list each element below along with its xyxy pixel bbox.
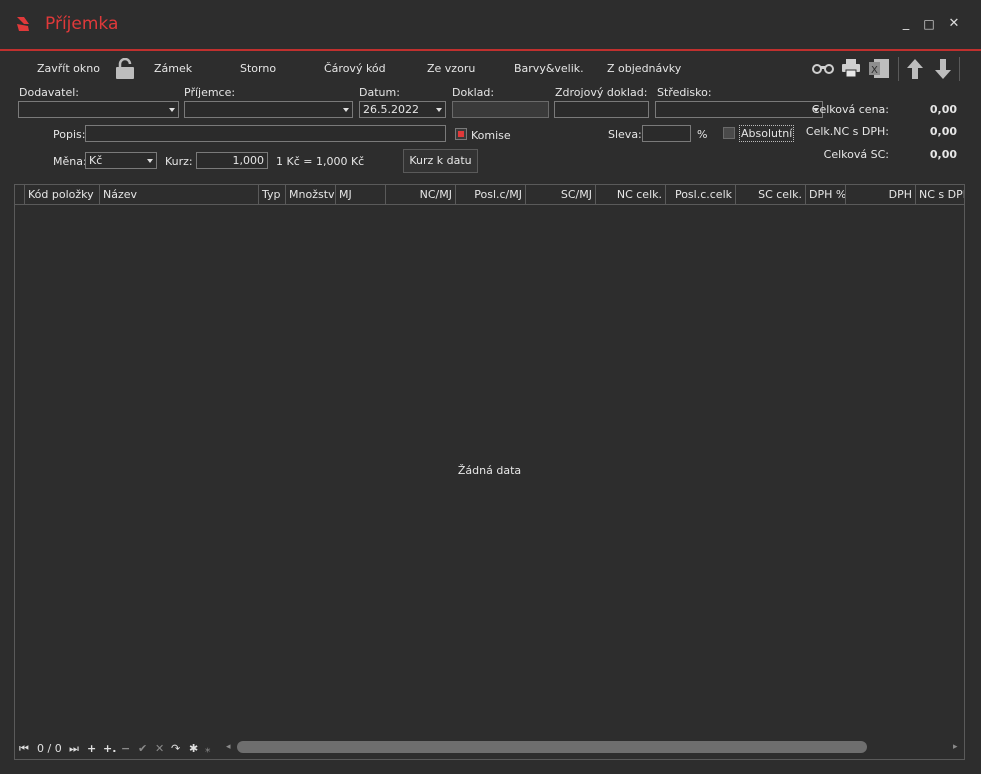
chevron-down-icon[interactable] xyxy=(436,108,442,112)
checkbox-mark-icon xyxy=(458,131,464,137)
record-counter: 0 / 0 xyxy=(37,742,62,755)
total-nc-vat-value: 0,00 xyxy=(929,125,957,138)
column-header[interactable]: Množství xyxy=(286,185,336,204)
column-header[interactable]: Kód položky xyxy=(25,185,100,204)
supplier-label: Dodavatel: xyxy=(19,86,80,99)
empty-grid-message: Žádná data xyxy=(457,464,522,477)
currency-label: Měna: xyxy=(53,155,87,168)
column-header[interactable]: Posl.c/MJ xyxy=(456,185,526,204)
title-bar xyxy=(0,0,981,51)
scroll-left-icon[interactable]: ◂ xyxy=(226,742,231,752)
description-field[interactable] xyxy=(85,125,446,142)
filter-clear-icon[interactable]: ⁎ xyxy=(205,742,211,755)
recipient-combobox[interactable] xyxy=(184,101,353,118)
horizontal-scrollbar[interactable] xyxy=(237,740,957,754)
storno-button[interactable]: Storno xyxy=(240,62,276,75)
supplier-combobox[interactable] xyxy=(18,101,179,118)
minimize-button[interactable]: _ xyxy=(898,16,914,32)
source-document-field[interactable] xyxy=(554,101,649,118)
confirm-icon[interactable]: ✔ xyxy=(138,742,147,755)
arrow-up-icon[interactable] xyxy=(906,58,924,80)
printer-icon[interactable] xyxy=(841,58,861,78)
close-button[interactable]: ✕ xyxy=(946,16,962,32)
barcode-button[interactable]: Čárový kód xyxy=(324,62,386,75)
app-logo-icon xyxy=(17,17,29,31)
column-header[interactable]: MJ xyxy=(336,185,386,204)
lock-icon[interactable] xyxy=(115,58,135,80)
column-header[interactable]: DPH xyxy=(846,185,916,204)
from-template-button[interactable]: Ze vzoru xyxy=(427,62,475,75)
currency-value: Kč xyxy=(89,154,103,167)
column-header[interactable]: NC/MJ xyxy=(386,185,456,204)
maximize-button[interactable]: □ xyxy=(921,16,937,32)
chevron-down-icon[interactable] xyxy=(169,108,175,112)
recipient-label: Příjemce: xyxy=(184,86,236,99)
column-header[interactable]: SC celk. xyxy=(736,185,806,204)
grid-header: Kód položky Název Typ Množství MJ NC/MJ … xyxy=(15,185,964,205)
chevron-down-icon[interactable] xyxy=(343,108,349,112)
arrow-down-icon[interactable] xyxy=(934,58,952,80)
svg-text:X: X xyxy=(871,65,878,76)
toolbar-divider xyxy=(898,57,899,81)
consignment-label: Komise xyxy=(471,129,511,142)
total-price-value: 0,00 xyxy=(929,103,957,116)
absolute-checkbox[interactable] xyxy=(723,127,735,139)
close-window-button[interactable]: Zavřít okno xyxy=(37,62,100,75)
add-row-icon[interactable]: + xyxy=(87,742,96,755)
consignment-checkbox[interactable] xyxy=(455,128,467,140)
currency-combobox[interactable]: Kč xyxy=(85,152,157,169)
excel-icon[interactable]: X xyxy=(868,58,890,79)
first-record-icon[interactable]: ⏮ xyxy=(19,742,29,756)
scrollbar-thumb[interactable] xyxy=(237,741,867,753)
column-header[interactable]: Typ xyxy=(259,185,286,204)
colors-sizes-button[interactable]: Barvy&velik. xyxy=(514,62,584,75)
toolbar-divider xyxy=(959,57,960,81)
total-sc-label: Celková SC: xyxy=(823,148,889,161)
chevron-down-icon[interactable] xyxy=(147,159,153,163)
date-value: 26.5.2022 xyxy=(363,103,419,116)
percent-sign: % xyxy=(697,128,708,141)
from-order-button[interactable]: Z objednávky xyxy=(607,62,681,75)
column-header[interactable]: Název xyxy=(100,185,259,204)
total-sc-value: 0,00 xyxy=(929,148,957,161)
document-label: Doklad: xyxy=(452,86,495,99)
rate-to-date-button[interactable]: Kurz k datu xyxy=(403,149,478,173)
last-record-icon[interactable]: ⏭ xyxy=(69,742,79,756)
rate-info: 1 Kč = 1,000 Kč xyxy=(276,155,365,168)
scroll-right-icon[interactable]: ▸ xyxy=(953,742,958,752)
column-header[interactable]: DPH % xyxy=(806,185,846,204)
date-label: Datum: xyxy=(359,86,400,99)
items-grid[interactable]: Kód položky Název Typ Množství MJ NC/MJ … xyxy=(14,184,965,760)
column-header[interactable]: Posl.c.celk xyxy=(666,185,736,204)
discount-label: Sleva: xyxy=(608,128,642,141)
insert-row-icon[interactable]: +. xyxy=(103,742,116,755)
rate-label: Kurz: xyxy=(165,155,193,168)
lock-button[interactable]: Zámek xyxy=(154,62,192,75)
description-label: Popis: xyxy=(53,128,86,141)
delete-row-icon[interactable]: − xyxy=(121,742,130,755)
document-field[interactable] xyxy=(452,101,549,118)
total-price-label: Celková cena: xyxy=(811,103,889,116)
source-document-label: Zdrojový doklad: xyxy=(555,86,648,99)
filter-icon[interactable]: ✱ xyxy=(189,742,198,755)
column-header[interactable]: NC celk. xyxy=(596,185,666,204)
absolute-label: Absolutní xyxy=(739,125,795,142)
date-picker[interactable]: 26.5.2022 xyxy=(359,101,446,118)
column-header[interactable]: NC s DPH xyxy=(916,185,964,204)
refresh-icon[interactable]: ↷ xyxy=(171,742,180,755)
cancel-icon[interactable]: ✕ xyxy=(155,742,164,755)
row-indicator-column xyxy=(15,185,25,204)
discount-field[interactable] xyxy=(642,125,691,142)
window-title: Příjemka xyxy=(45,14,119,34)
rate-field[interactable]: 1,000 xyxy=(196,152,268,169)
column-header[interactable]: SC/MJ xyxy=(526,185,596,204)
binoculars-icon[interactable] xyxy=(812,61,834,75)
center-label: Středisko: xyxy=(657,86,712,99)
